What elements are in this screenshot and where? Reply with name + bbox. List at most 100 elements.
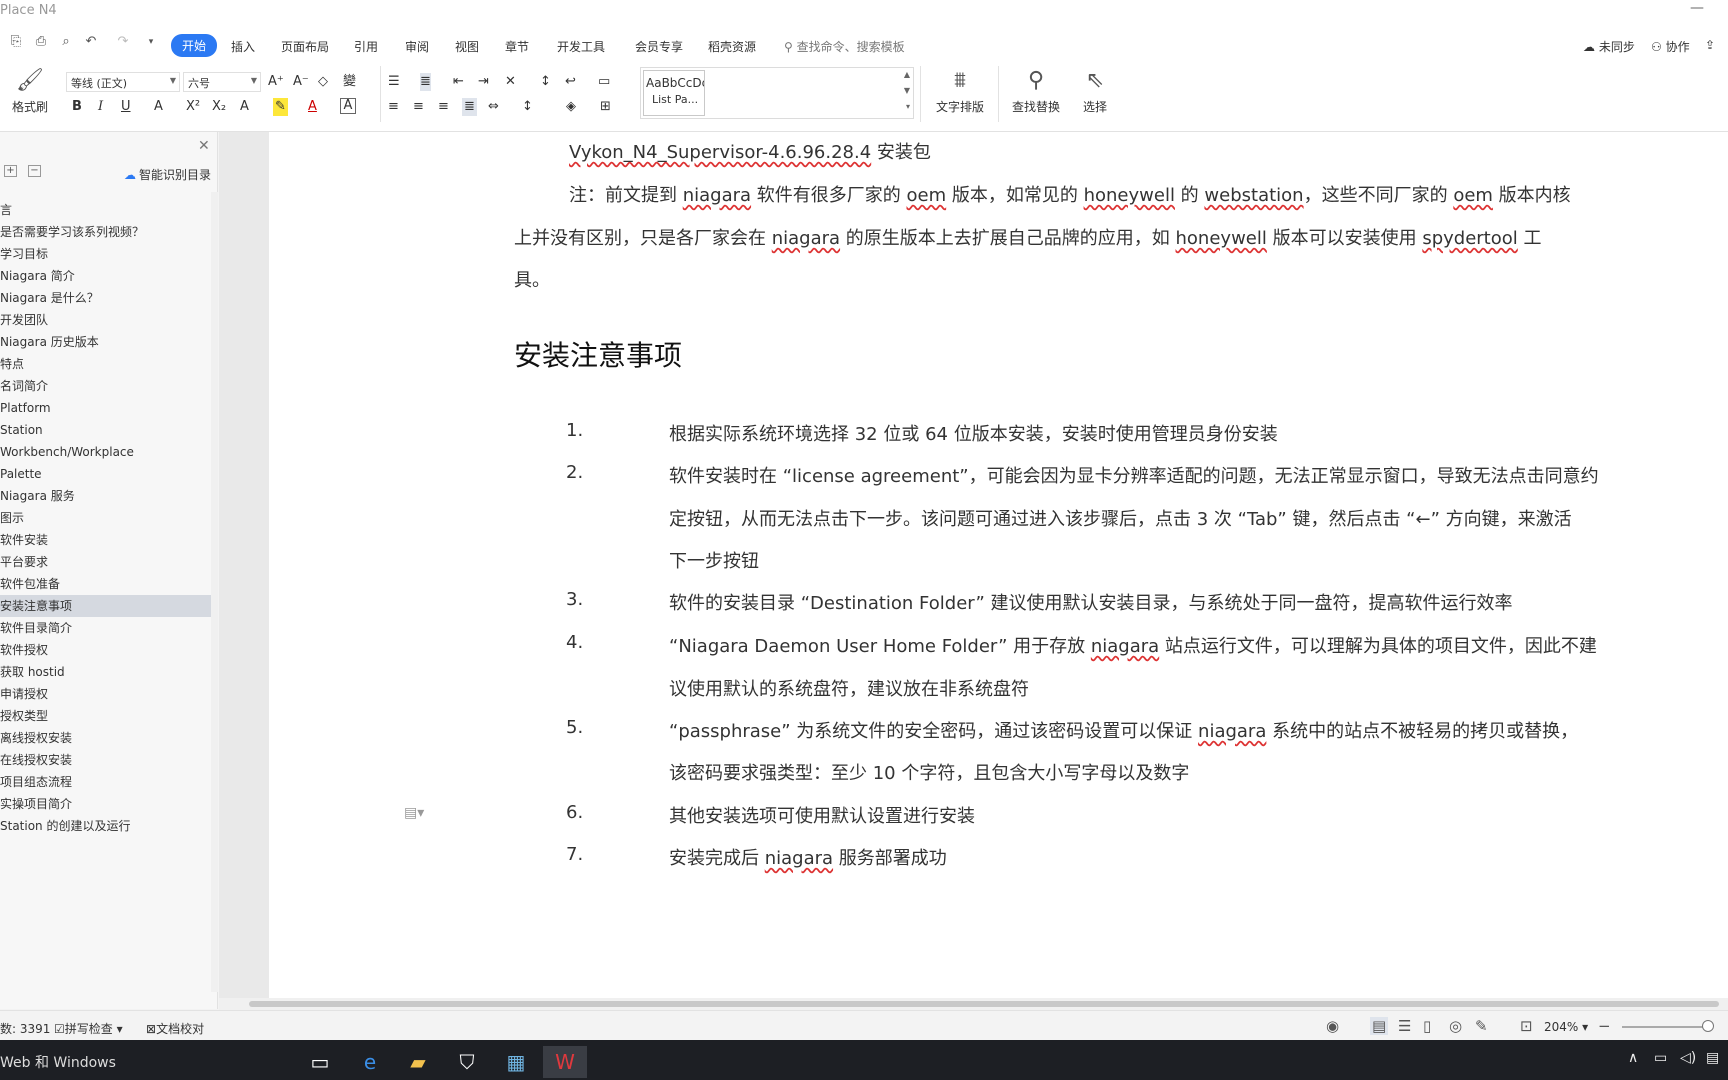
toc-item[interactable]: 开发团队 bbox=[0, 309, 211, 331]
tab-docer[interactable]: 稻壳资源 bbox=[708, 38, 756, 55]
underline-icon[interactable]: U bbox=[121, 98, 131, 116]
edge-icon[interactable]: e bbox=[348, 1046, 392, 1078]
tab-view[interactable]: 视图 bbox=[455, 38, 479, 55]
borders-icon[interactable]: ⊞ bbox=[600, 98, 611, 116]
horizontal-scrollbar[interactable] bbox=[219, 998, 1728, 1010]
toc-item[interactable]: Palette bbox=[0, 463, 211, 485]
superscript-icon[interactable]: X² bbox=[186, 98, 200, 116]
text-effect-icon[interactable]: A bbox=[240, 98, 249, 116]
doc-proof-button[interactable]: ⊠文档校对 bbox=[146, 1020, 204, 1037]
collapse-all-icon[interactable]: − bbox=[28, 165, 41, 177]
strikethrough-icon[interactable]: A bbox=[154, 98, 163, 116]
page-view-icon[interactable]: ▤ bbox=[1370, 1017, 1389, 1035]
font-size-select[interactable]: 六号 ▼ bbox=[183, 72, 261, 92]
volume-icon[interactable]: ◁) bbox=[1680, 1050, 1696, 1066]
shrink-font-icon[interactable]: A⁻ bbox=[293, 73, 309, 91]
spell-check-button[interactable]: ☑拼写检查 ▾ bbox=[54, 1020, 123, 1037]
numbered-list-icon[interactable]: ≣ bbox=[420, 73, 431, 91]
smart-toc-button[interactable]: ☁ 智能识别目录 bbox=[124, 166, 211, 183]
scroll-thumb[interactable] bbox=[249, 1001, 1719, 1007]
toc-item[interactable]: 是否需要学习该系列视频？ bbox=[0, 221, 211, 243]
style-list-paragraph[interactable]: AaBbCcDc List Pa... bbox=[643, 70, 705, 116]
taskbar-search[interactable]: Web 和 Windows bbox=[0, 1052, 116, 1072]
toc-item[interactable]: 名词简介 bbox=[0, 375, 211, 397]
bold-icon[interactable]: B bbox=[72, 98, 82, 116]
task-view-icon[interactable]: ▭ bbox=[298, 1046, 342, 1078]
toc-item[interactable]: 授权类型 bbox=[0, 705, 211, 727]
toc-item[interactable]: 申请授权 bbox=[0, 683, 211, 705]
toc-item[interactable]: 软件安装 bbox=[0, 529, 211, 551]
redo-icon[interactable]: ↷ bbox=[115, 35, 131, 49]
highlight-icon[interactable]: ✎ bbox=[273, 98, 288, 116]
command-search[interactable]: ⚲ 查找命令、搜索模板 bbox=[784, 38, 905, 55]
network-icon[interactable]: ▭ bbox=[1654, 1050, 1667, 1066]
font-color-icon[interactable]: A bbox=[308, 98, 317, 116]
font-name-select[interactable]: 等线 (正文) ▼ bbox=[66, 72, 180, 92]
text-layout-button[interactable]: ⩩ 文字排版 bbox=[928, 64, 992, 115]
align-left-icon[interactable]: ≡ bbox=[388, 98, 399, 116]
bullet-list-icon[interactable]: ☰ bbox=[388, 73, 400, 91]
zoom-slider[interactable] bbox=[1622, 1026, 1708, 1028]
toc-item[interactable]: Niagara 历史版本 bbox=[0, 331, 211, 353]
decrease-indent-icon[interactable]: ⇤ bbox=[453, 73, 464, 91]
grow-font-icon[interactable]: A⁺ bbox=[268, 73, 284, 91]
tab-review[interactable]: 审阅 bbox=[405, 38, 429, 55]
tab-member[interactable]: 会员专享 bbox=[635, 38, 683, 55]
align-center-icon[interactable]: ≡ bbox=[413, 98, 424, 116]
sync-status[interactable]: ☁ 未同步 bbox=[1583, 38, 1635, 55]
save-icon[interactable]: ⎘ bbox=[8, 35, 24, 49]
toc-item[interactable]: 平台要求 bbox=[0, 551, 211, 573]
fit-page-icon[interactable]: ⊡ bbox=[1520, 1017, 1533, 1035]
tab-page-layout[interactable]: 页面布局 bbox=[281, 38, 329, 55]
distribute-icon[interactable]: ⇔ bbox=[488, 98, 499, 116]
toc-item[interactable]: 软件目录简介 bbox=[0, 617, 211, 639]
toc-item[interactable]: 离线授权安装 bbox=[0, 727, 211, 749]
char-border-icon[interactable]: A bbox=[340, 98, 356, 114]
ruler-icon[interactable]: ▭ bbox=[598, 73, 610, 91]
toc-item[interactable]: 软件包准备 bbox=[0, 573, 211, 595]
style-gallery[interactable]: AaBbCcDc List Pa... ▲ ▼ ▾ bbox=[640, 67, 914, 119]
write-mode-icon[interactable]: ✎ bbox=[1475, 1017, 1488, 1035]
toc-item[interactable]: 项目组态流程 bbox=[0, 771, 211, 793]
reading-view-icon[interactable]: ▯ bbox=[1423, 1017, 1431, 1035]
undo-icon[interactable]: ↶ bbox=[83, 35, 99, 49]
tab-insert[interactable]: 插入 bbox=[231, 38, 255, 55]
file-explorer-icon[interactable]: ▰ bbox=[396, 1046, 440, 1078]
toc-item[interactable]: 获取 hostid bbox=[0, 661, 211, 683]
toc-item[interactable]: Niagara 服务 bbox=[0, 485, 211, 507]
nav-scrollbar[interactable] bbox=[211, 192, 218, 992]
line-spacing-icon[interactable]: ↕ bbox=[522, 98, 533, 116]
toc-item[interactable]: Workbench/Workplace bbox=[0, 441, 211, 463]
zoom-level[interactable]: 204% ▾ bbox=[1544, 1020, 1588, 1034]
paragraph-marker-icon[interactable]: ▤▾ bbox=[404, 805, 424, 821]
toc-item[interactable]: 特点 bbox=[0, 353, 211, 375]
align-right-icon[interactable]: ≡ bbox=[438, 98, 449, 116]
zoom-out-icon[interactable]: − bbox=[1598, 1017, 1611, 1035]
minimize-button[interactable]: — bbox=[1690, 0, 1704, 16]
outline-view-icon[interactable]: ☰ bbox=[1398, 1017, 1411, 1035]
expand-gallery-icon[interactable]: ▾ bbox=[906, 102, 910, 111]
scroll-down-icon[interactable]: ▼ bbox=[904, 86, 910, 95]
phonetic-icon[interactable]: 變 bbox=[343, 73, 356, 91]
clear-format-icon[interactable]: ◇ bbox=[318, 73, 328, 91]
expand-all-icon[interactable]: + bbox=[4, 165, 17, 177]
app-icon[interactable]: ▦ bbox=[494, 1046, 538, 1078]
toc-item[interactable]: Platform bbox=[0, 397, 211, 419]
word-count[interactable]: 数: 3391 bbox=[0, 1020, 50, 1037]
scroll-up-icon[interactable]: ▲ bbox=[904, 70, 910, 79]
toc-item[interactable]: 图示 bbox=[0, 507, 211, 529]
close-icon[interactable]: ✕ bbox=[198, 138, 210, 154]
tab-references[interactable]: 引用 bbox=[354, 38, 378, 55]
format-painter-button[interactable]: 🖌 格式刷 bbox=[0, 64, 60, 115]
italic-icon[interactable]: I bbox=[98, 98, 103, 116]
toc-item[interactable]: 在线授权安装 bbox=[0, 749, 211, 771]
toc-item[interactable]: 软件授权 bbox=[0, 639, 211, 661]
toc-item[interactable]: Station bbox=[0, 419, 211, 441]
increase-indent-icon[interactable]: ⇥ bbox=[478, 73, 489, 91]
toc-item[interactable]: 安装注意事项 bbox=[0, 595, 211, 617]
show-marks-icon[interactable]: ↩ bbox=[565, 73, 576, 91]
justify-icon[interactable]: ≣ bbox=[462, 98, 477, 116]
toc-item[interactable]: Niagara 是什么？ bbox=[0, 287, 211, 309]
web-view-icon[interactable]: ◎ bbox=[1449, 1017, 1462, 1035]
find-replace-button[interactable]: ⚲ 查找替换 bbox=[1006, 64, 1066, 115]
